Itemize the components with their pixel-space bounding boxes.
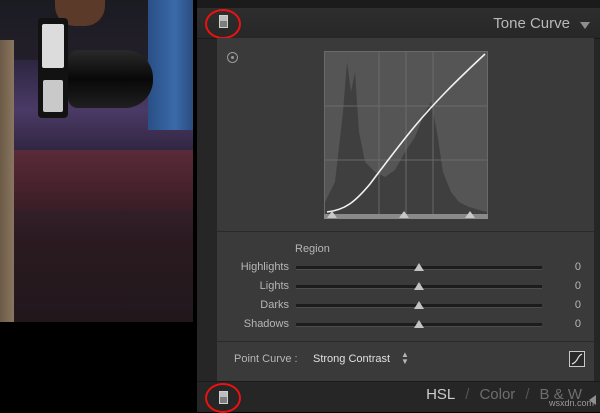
photo-camera-lens xyxy=(68,50,153,108)
photo-camera-screen-2 xyxy=(43,80,63,112)
region-label: Region xyxy=(295,243,330,255)
point-curve-select[interactable]: Strong Contrast xyxy=(313,353,390,365)
darks-label: Darks xyxy=(260,299,289,311)
tab-separator: / xyxy=(525,386,530,403)
tab-color[interactable]: Color xyxy=(479,386,515,403)
photo-stripe xyxy=(0,150,193,210)
highlights-slider-thumb[interactable] xyxy=(414,263,424,271)
panel-top-strip xyxy=(197,0,600,8)
collapse-triangle-icon[interactable] xyxy=(580,22,590,29)
split-point-highlights[interactable] xyxy=(465,211,475,218)
photo-letterbox xyxy=(0,322,193,411)
photo-preview xyxy=(0,0,193,322)
divider xyxy=(217,231,594,232)
curve-icon xyxy=(571,353,583,365)
lights-value[interactable]: 0 xyxy=(557,280,581,292)
tone-curve-graph[interactable] xyxy=(324,51,488,215)
lights-label: Lights xyxy=(259,280,289,292)
darks-value[interactable]: 0 xyxy=(557,299,581,311)
tone-curve-body: Region Highlights 0 Lights 0 Darks 0 Sha… xyxy=(217,38,594,381)
point-curve-label: Point Curve : xyxy=(234,353,298,365)
hsl-panel-header[interactable]: HSL / Color / B & W xyxy=(197,381,600,413)
annotation-circle-top xyxy=(205,9,241,39)
split-point-midtones[interactable] xyxy=(399,211,409,218)
tone-curve-svg xyxy=(325,52,487,214)
annotation-circle-bottom xyxy=(205,383,241,413)
shadows-value[interactable]: 0 xyxy=(557,318,581,330)
shadows-label: Shadows xyxy=(243,318,289,330)
lights-slider-thumb[interactable] xyxy=(414,282,424,290)
tab-hsl[interactable]: HSL xyxy=(426,386,455,403)
highlights-label: Highlights xyxy=(240,261,289,273)
highlights-value[interactable]: 0 xyxy=(557,261,581,273)
panel-title: Tone Curve xyxy=(493,15,570,32)
select-arrows-icon[interactable]: ▲ ▼ xyxy=(401,351,409,366)
tab-separator: / xyxy=(465,386,470,403)
tone-curve-header[interactable]: Tone Curve xyxy=(197,8,600,39)
photo-pants xyxy=(0,40,14,322)
photo-camera-screen xyxy=(42,24,64,68)
point-curve-edit-icon[interactable] xyxy=(569,351,585,367)
develop-panel: Tone Curve Region Highlights 0 Lights 0 … xyxy=(197,0,600,413)
photo-shirt xyxy=(148,0,193,130)
shadows-slider-thumb[interactable] xyxy=(414,320,424,328)
divider xyxy=(217,341,594,342)
targeted-adjustment-icon[interactable] xyxy=(227,52,238,63)
split-point-shadows[interactable] xyxy=(327,211,337,218)
darks-slider-thumb[interactable] xyxy=(414,301,424,309)
watermark: wsxdn.com xyxy=(548,398,594,408)
